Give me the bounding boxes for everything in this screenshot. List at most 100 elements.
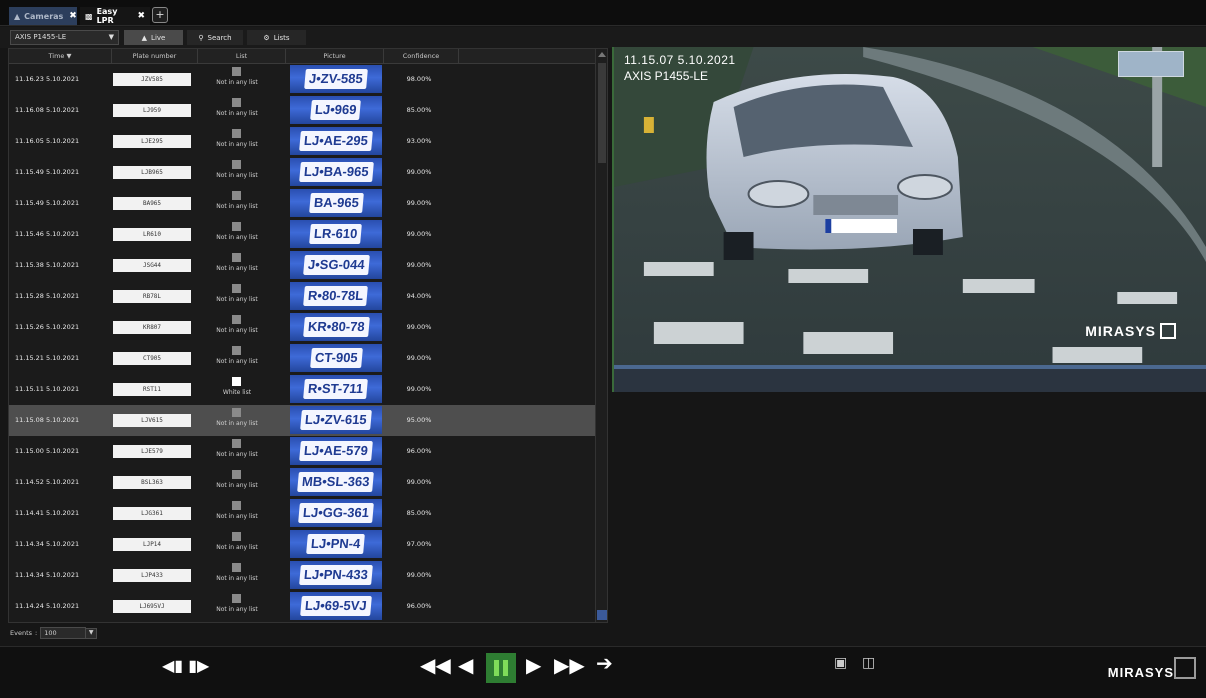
list-status-icon [232, 594, 241, 603]
tab-cameras[interactable]: ▲ Cameras ✖ [9, 7, 77, 25]
row-plate-picture[interactable]: LJ•AE-579 [290, 437, 382, 465]
column-header-list[interactable]: List [198, 49, 286, 64]
scroll-down-button[interactable] [597, 610, 607, 620]
row-plate-number[interactable]: LJG361 [113, 507, 191, 520]
vertical-scrollbar[interactable] [595, 49, 607, 622]
row-plate-picture[interactable]: CT-905 [290, 344, 382, 372]
table-row[interactable]: 11.15.11 5.10.2021 RST11 White list R•ST-71… [9, 374, 595, 405]
frame-step-icon[interactable]: ◀▮ ▮▶ [162, 656, 209, 676]
events-count-select[interactable]: 100 ▼ [40, 627, 98, 639]
row-plate-picture-text: LJ•PN-4 [306, 534, 366, 554]
scrollbar-thumb[interactable] [598, 63, 606, 163]
row-time: 11.16.23 5.10.2021 [15, 75, 80, 83]
table-row[interactable]: 11.14.34 5.10.2021 LJP433 Not in any list L… [9, 560, 595, 591]
add-tab-button[interactable]: + [152, 7, 168, 23]
column-header-plate[interactable]: Plate number [112, 49, 198, 64]
row-plate-picture[interactable]: R•80-78L [290, 282, 382, 310]
row-plate-number[interactable]: RST11 [113, 383, 191, 396]
go-live-arrow-icon[interactable]: ➔ [596, 653, 613, 673]
row-plate-number[interactable]: JZV585 [113, 73, 191, 86]
row-plate-picture[interactable]: LJ•ZV-615 [290, 406, 382, 434]
tab-easy-lpr[interactable]: ▩ Easy LPR ✖ [80, 7, 150, 25]
play-forward-icon[interactable]: ▶ [526, 655, 541, 675]
row-plate-number[interactable]: LJP433 [113, 569, 191, 582]
row-plate-number[interactable]: RB78L [113, 290, 191, 303]
row-plate-number[interactable]: LJ959 [113, 104, 191, 117]
row-plate-picture-text: LJ•ZV-615 [300, 410, 372, 430]
row-plate-picture[interactable]: LJ•PN-433 [290, 561, 382, 589]
row-plate-picture-text: R•ST-711 [303, 379, 369, 399]
play-backward-icon[interactable]: ◀ [458, 655, 473, 675]
column-header-picture[interactable]: Picture [286, 49, 384, 64]
row-plate-number[interactable]: LJP14 [113, 538, 191, 551]
row-plate-number[interactable]: LJE579 [113, 445, 191, 458]
lists-button[interactable]: ⚙ Lists [247, 30, 306, 45]
pause-button[interactable] [486, 653, 516, 683]
table-row[interactable]: 11.15.21 5.10.2021 CT905 Not in any list CT… [9, 343, 595, 374]
row-plate-number[interactable]: BSL363 [113, 476, 191, 489]
row-plate-number[interactable]: BA965 [113, 197, 191, 210]
row-plate-picture[interactable]: MB•SL-363 [290, 468, 382, 496]
table-row[interactable]: 11.15.00 5.10.2021 LJE579 Not in any list L… [9, 436, 595, 467]
column-header-confidence[interactable]: Confidence [384, 49, 459, 64]
table-row[interactable]: 11.14.24 5.10.2021 LJ695VJ Not in any list… [9, 591, 595, 622]
book-icon[interactable]: ◫ [862, 655, 875, 671]
row-plate-number[interactable]: JSG44 [113, 259, 191, 272]
row-plate-picture[interactable]: LJ•69-5VJ [290, 592, 382, 620]
row-plate-picture[interactable]: LJ•969 [290, 96, 382, 124]
row-plate-picture[interactable]: BA-965 [290, 189, 382, 217]
camera-select[interactable]: AXIS P1455-LE ▼ [10, 30, 119, 45]
list-status-icon [232, 67, 241, 76]
row-plate-picture[interactable]: J•SG-044 [290, 251, 382, 279]
table-row[interactable]: 11.15.26 5.10.2021 KR807 Not in any list KR… [9, 312, 595, 343]
row-plate-picture[interactable]: LJ•BA-965 [290, 158, 382, 186]
row-plate-number[interactable]: LR610 [113, 228, 191, 241]
row-plate-number[interactable]: LJB965 [113, 166, 191, 179]
row-plate-number[interactable]: LJE295 [113, 135, 191, 148]
table-row[interactable]: 11.14.52 5.10.2021 BSL363 Not in any list M… [9, 467, 595, 498]
row-plate-number[interactable]: LJ695VJ [113, 600, 191, 613]
live-button[interactable]: ▲ Live [124, 30, 183, 45]
row-plate-picture[interactable]: KR•80-78 [290, 313, 382, 341]
bookmark-icon[interactable]: ▣ [834, 655, 847, 671]
list-status-icon [232, 377, 241, 386]
table-row[interactable]: 11.16.23 5.10.2021 JZV585 Not in any list J… [9, 64, 595, 95]
close-icon[interactable]: ✖ [137, 11, 145, 21]
row-plate-picture-text: CT-905 [309, 348, 363, 368]
row-plate-number[interactable]: CT905 [113, 352, 191, 365]
row-plate-picture-text: J•SG-044 [302, 255, 370, 275]
row-list: Not in any list [216, 265, 258, 272]
table-row[interactable]: 11.14.41 5.10.2021 LJG361 Not in any list L… [9, 498, 595, 529]
row-plate-picture[interactable]: LR-610 [290, 220, 382, 248]
row-plate-picture[interactable]: LJ•PN-4 [290, 530, 382, 558]
fast-forward-icon[interactable]: ▶▶ [554, 655, 585, 675]
row-time: 11.15.11 5.10.2021 [15, 385, 80, 393]
chevron-down-icon: ▼ [85, 628, 98, 639]
video-view[interactable]: 11.15.07 5.10.2021 AXIS P1455-LE MIRASYS [612, 47, 1206, 392]
table-row[interactable]: 11.16.08 5.10.2021 LJ959 Not in any list LJ… [9, 95, 595, 126]
list-status-icon [232, 563, 241, 572]
row-plate-picture[interactable]: LJ•GG-361 [290, 499, 382, 527]
row-plate-picture[interactable]: LJ•AE-295 [290, 127, 382, 155]
row-plate-number[interactable]: KR807 [113, 321, 191, 334]
search-button[interactable]: ⚲ Search [187, 30, 243, 45]
row-plate-number[interactable]: LJV615 [113, 414, 191, 427]
table-row[interactable]: 11.15.49 5.10.2021 BA965 Not in any list BA… [9, 188, 595, 219]
close-icon[interactable]: ✖ [69, 11, 77, 21]
scroll-up-icon[interactable] [598, 52, 606, 57]
row-confidence: 95.00% [406, 416, 432, 424]
table-row[interactable]: 11.15.08 5.10.2021 LJV615 Not in any list L… [9, 405, 595, 436]
table-row[interactable]: 11.16.05 5.10.2021 LJE295 Not in any list L… [9, 126, 595, 157]
table-row[interactable]: 11.15.46 5.10.2021 LR610 Not in any list LR… [9, 219, 595, 250]
table-row[interactable]: 11.15.38 5.10.2021 JSG44 Not in any list J•… [9, 250, 595, 281]
row-plate-picture[interactable]: R•ST-711 [290, 375, 382, 403]
table-row[interactable]: 11.14.34 5.10.2021 LJP14 Not in any list LJ… [9, 529, 595, 560]
row-time: 11.14.34 5.10.2021 [15, 540, 80, 548]
row-plate-picture[interactable]: J•ZV-585 [290, 65, 382, 93]
row-time: 11.14.52 5.10.2021 [15, 478, 80, 486]
table-row[interactable]: 11.15.49 5.10.2021 LJB965 Not in any list L… [9, 157, 595, 188]
table-row[interactable]: 11.15.28 5.10.2021 RB78L Not in any list R•… [9, 281, 595, 312]
row-confidence: 99.00% [406, 199, 432, 207]
column-header-time[interactable]: Time ▼ [9, 49, 112, 64]
fast-rewind-icon[interactable]: ◀◀ [420, 655, 451, 675]
